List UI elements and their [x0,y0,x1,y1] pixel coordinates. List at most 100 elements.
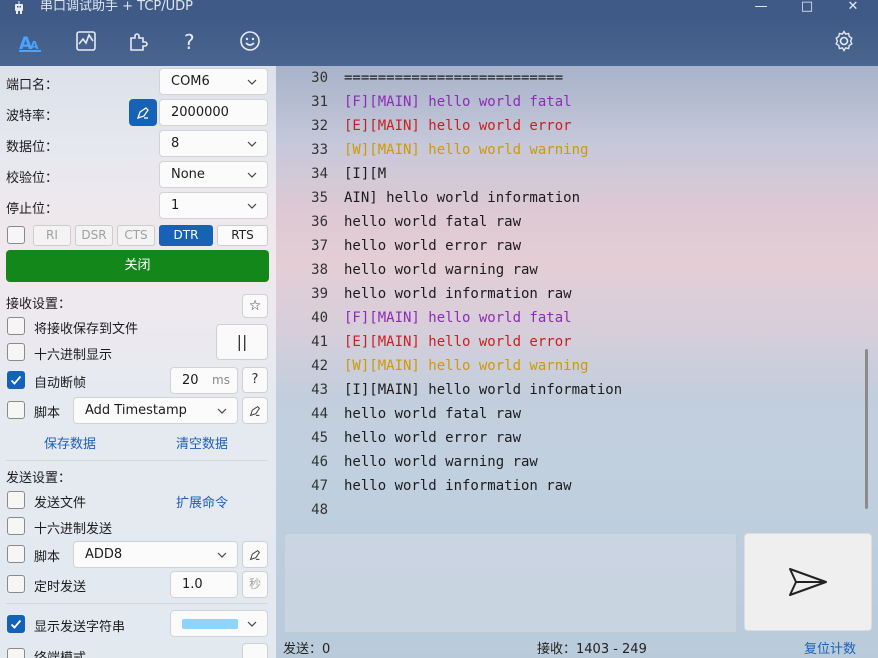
plugin-icon[interactable] [126,29,150,53]
timed-send-input[interactable]: 1.0 [170,571,238,598]
settings-gear-icon[interactable] [832,29,856,53]
databits-label: 数据位： [6,140,59,155]
send-input[interactable] [284,533,737,633]
line-number: 42 [311,358,328,374]
auto-frame-label: 自动断帧 [34,376,87,391]
close-window-button[interactable]: ✕ [830,0,876,17]
receive-script-label: 脚本 [34,406,61,421]
line-text: [I][M [344,166,387,182]
receive-section-label: 接收设置： [6,297,72,312]
stopbits-select[interactable]: 1 [159,192,268,219]
send-color-select[interactable] [170,610,268,637]
line-number: 38 [311,262,328,278]
checkmark-icon [10,619,22,629]
baud-label: 波特率： [6,109,59,124]
chevron-down-icon [247,172,257,178]
scrollbar[interactable] [865,349,868,509]
send-script-value: ADD8 [85,547,123,562]
close-port-button[interactable]: 关闭 [6,250,269,282]
baud-input[interactable]: 2000000 [159,99,268,126]
favorite-button[interactable]: ☆ [242,294,268,318]
chevron-down-icon [247,621,257,627]
title-bar: 串口调试助手 + TCP/UDP — □ ✕ [0,0,878,17]
line-number: 44 [311,406,328,422]
line-text: AIN] hello world information [344,190,581,206]
baud-edit-button[interactable] [129,99,157,126]
pins-enable-checkbox[interactable] [7,226,25,244]
terminal-line: 37 hello world error raw [284,234,870,258]
font-icon[interactable]: AA [18,29,42,54]
terminal-mode-checkbox[interactable] [7,648,25,658]
terminal-mode-edit-button[interactable] [242,643,268,658]
terminal-output[interactable]: 30 ========================== 31 [F][MAIN] … [284,66,870,526]
pin-cts: CTS [117,225,155,246]
receive-script-value: Add Timestamp [85,403,187,418]
send-script-select[interactable]: ADD8 [73,541,238,568]
send-button[interactable] [744,533,872,631]
timed-send-checkbox[interactable] [7,575,25,593]
line-text: [W][MAIN] hello world warning [344,142,589,158]
hex-send-checkbox[interactable] [7,517,25,535]
maximize-button[interactable]: □ [784,0,830,17]
hex-send-label: 十六进制发送 [34,522,113,537]
hex-display-label: 十六进制显示 [34,348,113,363]
pause-icon: || [236,332,248,351]
settings-panel: 端口名： COM6 波特率： 2000000 数据位： 8 校验位： None … [0,66,276,658]
stopbits-value: 1 [171,198,180,213]
receive-script-select[interactable]: Add Timestamp [73,397,238,424]
port-label: 端口名： [6,78,59,93]
pin-dtr-toggle[interactable]: DTR [159,225,213,246]
auto-frame-value: 20 [182,373,199,388]
send-file-checkbox[interactable] [7,491,25,509]
line-number: 30 [311,70,328,86]
reset-count-link[interactable]: 复位计数 [804,638,856,657]
save-to-file-label: 将接收保存到文件 [34,322,139,337]
line-number: 41 [311,334,328,350]
terminal-line: 46 hello world warning raw [284,450,870,474]
ms-unit-label: ms [212,373,230,387]
terminal-line: 35 AIN] hello world information [284,186,870,210]
terminal-line: 33 [W][MAIN] hello world warning [284,138,870,162]
line-number: 40 [311,310,328,326]
pin-rts-toggle[interactable]: RTS [217,225,268,246]
terminal-line: 31 [F][MAIN] hello world fatal [284,90,870,114]
receive-script-edit-button[interactable] [242,397,268,424]
auto-frame-help-button[interactable]: ? [242,367,268,393]
chevron-down-icon [247,141,257,147]
extended-command-link[interactable]: 扩展命令 [176,492,228,511]
line-text: [I][MAIN] hello world information [344,382,623,398]
save-to-file-checkbox[interactable] [7,317,25,335]
receive-script-checkbox[interactable] [7,401,25,419]
help-icon[interactable]: ? [178,29,202,54]
hex-display-checkbox[interactable] [7,343,25,361]
save-data-link[interactable]: 保存数据 [44,433,96,452]
chevron-down-icon [247,79,257,85]
received-count: 接收：1403 - 249 [537,642,647,657]
auto-frame-input[interactable]: 20 ms [170,367,238,394]
divider [6,460,268,461]
auto-frame-checkbox[interactable] [7,371,25,389]
terminal-line: 30 ========================== [284,66,870,90]
star-icon: ☆ [248,298,262,314]
smiley-icon[interactable] [238,29,262,53]
line-number: 43 [311,382,328,398]
chart-icon[interactable] [74,29,98,53]
line-text: [E][MAIN] hello world error [344,118,572,134]
send-script-edit-button[interactable] [242,541,268,568]
pause-button[interactable]: || [216,324,268,360]
parity-select[interactable]: None [159,161,268,188]
line-text: ========================== [344,70,564,86]
show-send-string-checkbox[interactable] [7,615,25,633]
port-select[interactable]: COM6 [159,68,268,95]
line-number: 46 [311,454,328,470]
minimize-button[interactable]: — [738,0,784,17]
databits-select[interactable]: 8 [159,130,268,157]
line-text: hello world fatal raw [344,214,522,230]
line-number: 37 [311,238,328,254]
line-number: 48 [311,502,328,518]
terminal-line: 47 hello world information raw [284,474,870,498]
color-swatch [182,619,238,629]
send-script-checkbox[interactable] [7,545,25,563]
receive-panel: 30 ========================== 31 [F][MAIN] … [276,66,878,658]
clear-data-link[interactable]: 清空数据 [176,433,228,452]
